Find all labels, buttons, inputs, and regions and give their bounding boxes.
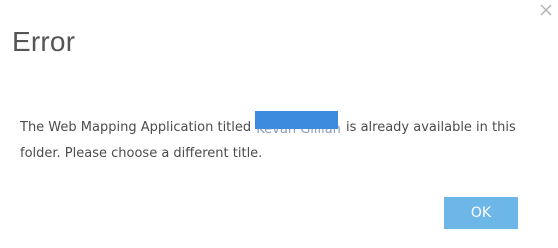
dialog-title: Error	[12, 26, 76, 57]
redaction-block	[255, 111, 338, 129]
ok-button[interactable]: OK	[444, 197, 518, 229]
dialog-message: The Web Mapping Application titled Kevan…	[20, 111, 540, 166]
error-dialog: Error The Web Mapping Application titled…	[0, 0, 558, 248]
message-text-before: The Web Mapping Application titled	[20, 120, 256, 135]
close-icon[interactable]	[538, 2, 554, 18]
redacted-app-title: Kevan Gillian	[255, 111, 342, 142]
